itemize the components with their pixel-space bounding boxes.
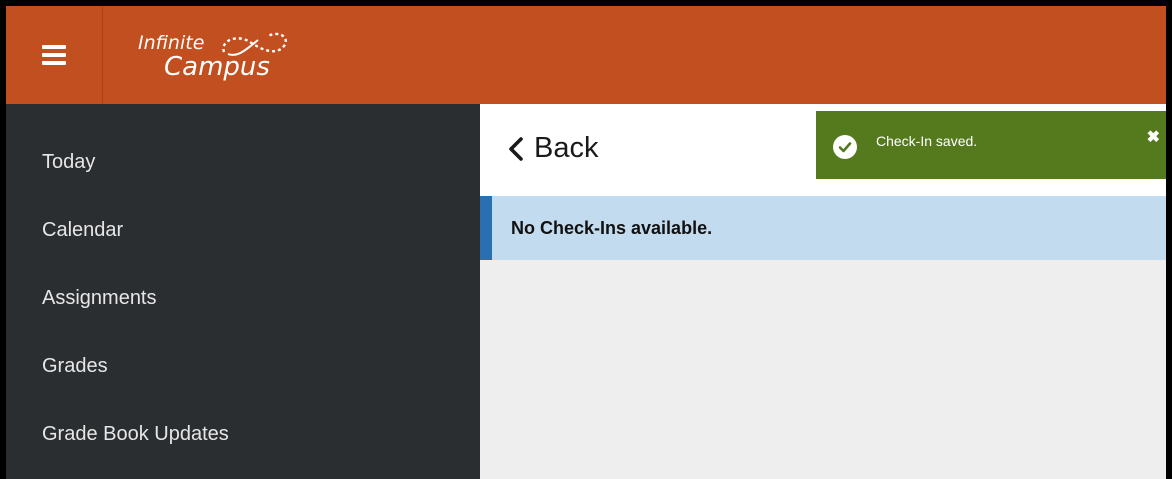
sidebar-item-label: Grade Book Updates — [42, 422, 229, 445]
hamburger-menu-icon — [42, 45, 66, 65]
sidebar-item-grades[interactable]: Grades — [6, 332, 480, 400]
sidebar-nav: Today Calendar Assignments Grades Grade … — [6, 104, 480, 479]
app-frame: Infinite Campus Today Calendar Assignmen… — [6, 6, 1166, 479]
top-bar: Infinite Campus — [6, 6, 1166, 104]
empty-state-notice: No Check-Ins available. — [480, 196, 1166, 260]
sidebar-item-calendar[interactable]: Calendar — [6, 196, 480, 264]
menu-button[interactable] — [6, 6, 103, 104]
sidebar-item-label: Today — [42, 150, 96, 173]
infinite-campus-logo[interactable]: Infinite Campus — [136, 24, 306, 88]
sidebar-item-grade-book-updates[interactable]: Grade Book Updates — [6, 400, 480, 468]
back-label: Back — [534, 132, 599, 164]
sidebar-item-today[interactable]: Today — [6, 128, 480, 196]
infinity-logo-icon — [222, 32, 287, 56]
logo-text-infinite: Infinite — [138, 32, 205, 54]
sidebar-item-assignments[interactable]: Assignments — [6, 264, 480, 332]
check-circle-icon — [833, 135, 857, 159]
chevron-left-icon — [509, 136, 523, 161]
sidebar-item-label: Grades — [42, 354, 108, 377]
sidebar-item-label: Assignments — [42, 286, 157, 309]
back-button[interactable]: Back — [508, 132, 598, 165]
toast-notification: Check-In saved. ✖ — [816, 111, 1166, 179]
sidebar-item-label: Calendar — [42, 218, 124, 241]
notice-text: No Check-Ins available. — [511, 217, 713, 238]
toast-message: Check-In saved. — [876, 133, 978, 149]
close-icon[interactable]: ✖ — [1147, 127, 1160, 147]
